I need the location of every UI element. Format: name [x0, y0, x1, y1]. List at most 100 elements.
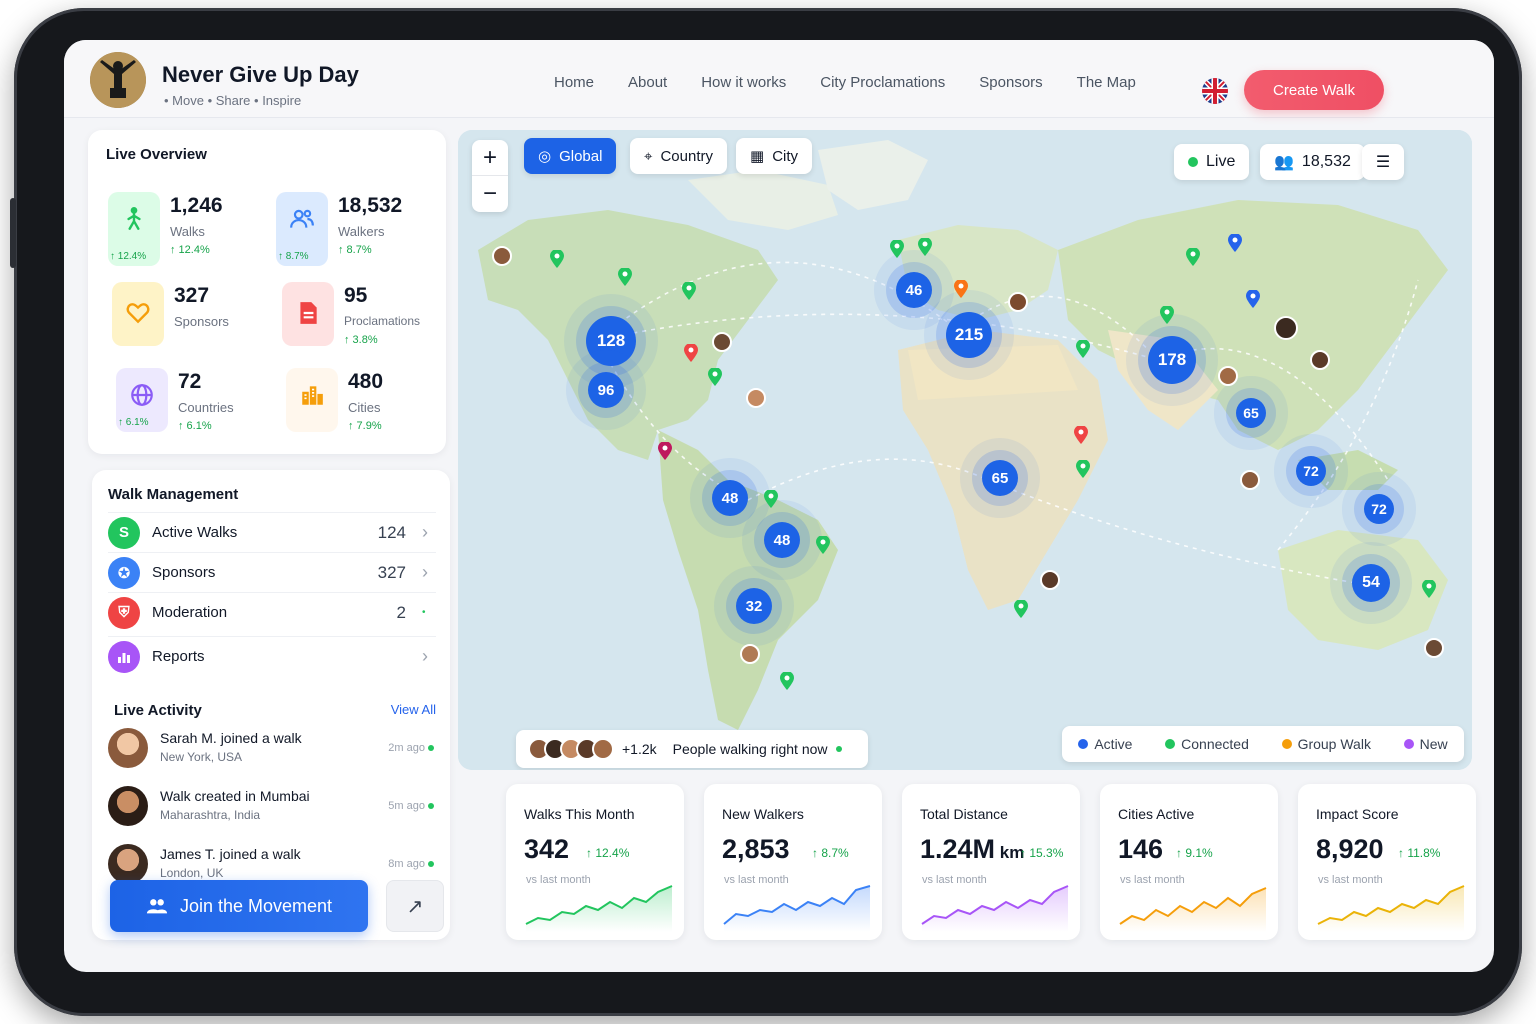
user-avatar-marker[interactable] — [1218, 366, 1238, 386]
live-indicator[interactable]: Live — [1174, 144, 1250, 180]
map-pin-icon[interactable] — [658, 442, 672, 460]
stat-proclamations[interactable]: 95 Proclamations ↑ 3.8% — [282, 282, 452, 358]
map-cluster[interactable]: 72 — [1296, 456, 1326, 486]
activity-item[interactable]: Walk created in Mumbai Maharashtra, Indi… — [108, 780, 438, 834]
row-sponsors-label: Sponsors — [152, 564, 216, 581]
live-dot-icon — [835, 746, 842, 752]
map-cluster[interactable]: 178 — [1148, 336, 1196, 384]
map-pin-icon[interactable] — [780, 672, 794, 690]
map-pin-icon[interactable] — [816, 536, 830, 554]
map-cluster[interactable]: 48 — [764, 522, 800, 558]
map-pin-icon[interactable] — [1228, 234, 1242, 252]
activity-title: James T. joined a walk — [160, 846, 301, 862]
create-walk-button[interactable]: Create Walk — [1244, 70, 1384, 110]
uk-flag-icon[interactable] — [1202, 78, 1228, 104]
user-avatar-marker[interactable] — [492, 246, 512, 266]
metric-value: 146 — [1118, 834, 1164, 864]
user-avatar-marker[interactable] — [1008, 292, 1028, 312]
map-pin-icon[interactable] — [1246, 290, 1260, 308]
scope-country-button[interactable]: ⌖ Country — [630, 138, 727, 174]
nav-about[interactable]: About — [628, 74, 667, 91]
map-pin-icon[interactable] — [1422, 580, 1436, 598]
map-cluster[interactable]: 46 — [896, 272, 932, 308]
map-pin-icon[interactable] — [1076, 340, 1090, 358]
view-all-link[interactable]: View All — [391, 702, 436, 717]
stat-walks[interactable]: ↑ 12.4% 1,246 Walks ↑ 12.4% — [108, 192, 278, 268]
scope-global-button[interactable]: ◎ Global — [524, 138, 617, 174]
metric-change: ↑ 9.1% — [1176, 846, 1213, 860]
zoom-in-button[interactable]: + — [472, 140, 508, 176]
map-pin-icon[interactable] — [1186, 248, 1200, 266]
row-sponsors[interactable]: ✪ Sponsors 327 › — [108, 552, 436, 592]
map-pin-icon[interactable] — [918, 238, 932, 256]
map-cluster[interactable]: 32 — [736, 588, 772, 624]
stat-cities[interactable]: 480 Cities ↑ 7.9% — [286, 368, 456, 444]
top-header: Never Give Up Day • Move • Share • Inspi… — [64, 40, 1494, 118]
stat-countries[interactable]: ↑ 6.1% 72 Countries ↑ 6.1% — [116, 368, 286, 444]
join-movement-button[interactable]: Join the Movement — [110, 880, 368, 932]
nav-sponsors[interactable]: Sponsors — [979, 74, 1042, 91]
metric-new-walkers[interactable]: New Walkers 2,853 ↑ 8.7% vs last month — [704, 784, 882, 940]
map-cluster[interactable]: 48 — [712, 480, 748, 516]
user-avatar-marker[interactable] — [1424, 638, 1444, 658]
map-pin-icon[interactable] — [684, 344, 698, 362]
map-pin-icon[interactable] — [708, 368, 722, 386]
user-avatar-marker[interactable] — [740, 644, 760, 664]
metric-cities-active[interactable]: Cities Active 146 ↑ 9.1% vs last month — [1100, 784, 1278, 940]
badge-icon: ✪ — [108, 556, 140, 589]
metric-total-distance[interactable]: Total Distance 1.24M km ↑ 15.3% vs last … — [902, 784, 1080, 940]
user-avatar-marker[interactable] — [1240, 470, 1260, 490]
activity-time: 5m ago — [388, 800, 434, 812]
nav-home[interactable]: Home — [554, 74, 594, 91]
walkers-count-pill[interactable]: 👥 18,532 — [1260, 144, 1365, 180]
map-pin-icon[interactable] — [954, 280, 968, 298]
walk-s-icon: S — [108, 516, 140, 549]
map-cluster[interactable]: 65 — [982, 460, 1018, 496]
share-button[interactable]: ↗ — [386, 880, 444, 932]
map-pin-icon[interactable] — [1160, 306, 1174, 324]
row-moderation[interactable]: ⛨ Moderation 2 • — [108, 592, 436, 632]
legend-item: Active — [1078, 736, 1132, 752]
row-reports[interactable]: Reports › — [108, 636, 436, 676]
map-pin-icon[interactable] — [1074, 426, 1088, 444]
map-pin-icon[interactable] — [1014, 600, 1028, 618]
row-active-walks[interactable]: S Active Walks 124 › — [108, 512, 436, 552]
world-map[interactable]: + − ◎ Global ⌖ Country ▦ City Live 👥 18,… — [458, 130, 1472, 770]
map-pin-icon[interactable] — [618, 268, 632, 286]
filter-button[interactable]: ☰ — [1362, 144, 1404, 180]
nav-the-map[interactable]: The Map — [1077, 74, 1136, 91]
scope-city-button[interactable]: ▦ City — [736, 138, 813, 174]
map-pin-icon[interactable] — [1076, 460, 1090, 478]
sparkline-purple — [921, 885, 1069, 932]
user-avatar-marker[interactable] — [746, 388, 766, 408]
user-avatar-marker[interactable] — [1310, 350, 1330, 370]
stat-cities-change: ↑ 7.9% — [348, 420, 382, 432]
nav-how-it-works[interactable]: How it works — [701, 74, 786, 91]
map-cluster[interactable]: 72 — [1364, 494, 1394, 524]
activity-item[interactable]: Sarah M. joined a walk New York, USA 2m … — [108, 722, 438, 776]
metric-title: Impact Score — [1316, 806, 1399, 822]
map-cluster[interactable]: 96 — [588, 372, 624, 408]
brand-logo[interactable] — [90, 52, 146, 108]
stat-countries-mini-change: ↑ 6.1% — [118, 417, 149, 428]
map-pin-icon[interactable] — [550, 250, 564, 268]
map-cluster[interactable]: 128 — [586, 316, 636, 366]
map-cluster[interactable]: 65 — [1236, 398, 1266, 428]
user-avatar-marker[interactable] — [1040, 570, 1060, 590]
stat-walkers[interactable]: ↑ 8.7% 18,532 Walkers ↑ 8.7% — [276, 192, 446, 268]
user-avatar-marker[interactable] — [1274, 316, 1298, 340]
map-pin-icon[interactable] — [890, 240, 904, 258]
nav-city-proclamations[interactable]: City Proclamations — [820, 74, 945, 91]
stat-walks-value: 1,246 — [170, 194, 223, 217]
zoom-out-button[interactable]: − — [472, 176, 508, 212]
map-pin-icon[interactable] — [764, 490, 778, 508]
map-cluster[interactable]: 54 — [1352, 564, 1390, 602]
map-cluster[interactable]: 215 — [946, 312, 992, 358]
metric-walks-this-month[interactable]: Walks This Month 342 ↑ 12.4% vs last mon… — [506, 784, 684, 940]
map-pin-icon[interactable] — [682, 282, 696, 300]
user-avatar-marker[interactable] — [712, 332, 732, 352]
stat-sponsors[interactable]: 327 Sponsors — [112, 282, 282, 358]
activity-place: Maharashtra, India — [160, 808, 261, 822]
walking-now-bar[interactable]: +1.2k People walking right now — [516, 730, 868, 768]
metric-impact-score[interactable]: Impact Score 8,920 ↑ 11.8% vs last month — [1298, 784, 1476, 940]
